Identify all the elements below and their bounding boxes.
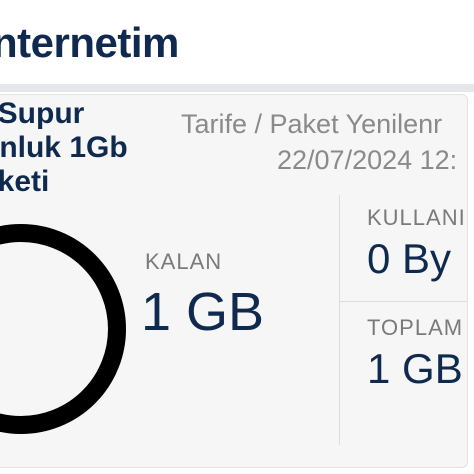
vertical-divider [339, 195, 340, 445]
package-card[interactable]: l Supur unluk 1Gb aketi Tarife / Paket Y… [0, 94, 468, 468]
used-value: 0 By [367, 235, 452, 282]
total-label: TOPLAM [367, 315, 464, 340]
renewal-date: 22/07/2024 12: [277, 145, 458, 175]
remaining-value: 1 GB [141, 282, 265, 342]
used-label: KULLANIL [367, 205, 468, 230]
remaining-label: KALAN [145, 249, 223, 274]
header-divider [0, 84, 474, 92]
usage-ring-progress [0, 224, 126, 434]
package-name: l Supur unluk 1Gb aketi [0, 97, 128, 198]
usage-ring-chart [0, 224, 126, 434]
internet-usage-page: nternetim l Supur unluk 1Gb aketi Tarife… [0, 0, 474, 474]
total-value: 1 GB [367, 345, 463, 392]
renewal-label: Tarife / Paket Yenilenr [181, 109, 443, 139]
app-title: nternetim [0, 19, 179, 66]
horizontal-divider [339, 301, 467, 302]
